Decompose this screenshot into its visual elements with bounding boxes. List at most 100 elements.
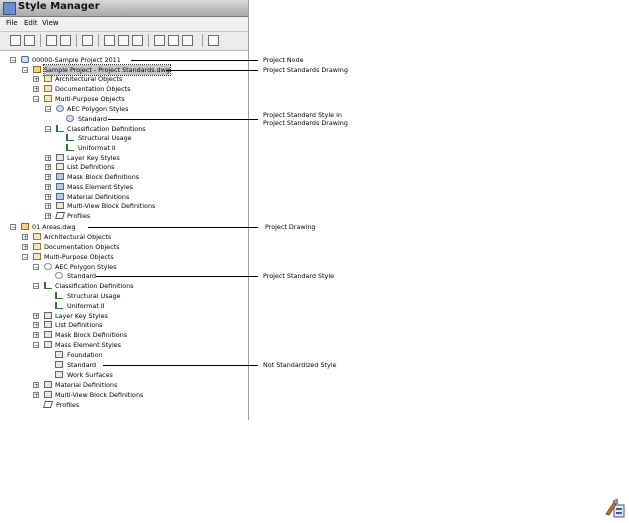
collapse-icon[interactable]: − (33, 342, 39, 349)
material-icon (56, 193, 64, 200)
expand-icon[interactable]: + (33, 322, 39, 329)
filter-icon[interactable] (168, 35, 179, 46)
style-manager-icon (605, 498, 625, 518)
tree-label: Documentation Objects (44, 243, 120, 251)
callout-project-standard-style-in: Project Standard Style in (263, 111, 342, 119)
tree-label: List Definitions (55, 321, 103, 329)
expand-icon[interactable]: + (45, 155, 51, 162)
folder-icon (33, 243, 41, 250)
mask-block-icon (56, 173, 64, 180)
edit-style-icon[interactable] (118, 35, 129, 46)
expand-icon[interactable]: + (33, 313, 39, 320)
tree-label: Profiles (67, 212, 91, 220)
expand-icon[interactable]: + (45, 203, 51, 210)
collapse-icon[interactable]: − (33, 96, 39, 103)
expand-icon[interactable]: + (45, 174, 51, 181)
menu-view[interactable]: View (42, 19, 59, 27)
collapse-icon[interactable]: − (22, 67, 28, 74)
callout-project-standards-drawing: Project Standards Drawing (263, 66, 348, 74)
menu-file[interactable]: File (6, 19, 18, 27)
expand-icon[interactable]: + (22, 244, 28, 251)
list-icon (44, 321, 52, 328)
tree-label: Uniformat II (78, 144, 116, 152)
toolbar-separator (202, 34, 203, 47)
callout-project-drawing: Project Drawing (265, 223, 316, 231)
set-from-icon[interactable] (132, 35, 143, 46)
mass-style-icon (55, 351, 63, 358)
purge-icon[interactable] (82, 35, 93, 46)
tree-label: Standard (67, 272, 97, 280)
classification-icon (66, 144, 74, 151)
folder-icon (33, 233, 41, 240)
collapse-icon[interactable]: − (10, 57, 16, 64)
paste-icon[interactable] (60, 35, 71, 46)
expand-icon[interactable]: + (45, 194, 51, 201)
collapse-icon[interactable]: − (45, 126, 51, 133)
drawing-icon (33, 66, 41, 73)
tree-label: 01 Areas.dwg (32, 223, 76, 231)
multi-view-block-icon (56, 202, 64, 209)
toggle-view-icon[interactable] (208, 35, 219, 46)
toolbar-separator (76, 34, 77, 47)
callout-not-standardized-style: Not Standardized Style (263, 361, 337, 369)
expand-icon[interactable]: + (33, 382, 39, 389)
mass-style-icon (55, 371, 63, 378)
classification-icon (55, 292, 63, 299)
toolbar-separator (40, 34, 41, 47)
collapse-icon[interactable]: − (22, 254, 28, 261)
leader-line (88, 227, 258, 228)
tree-label: Mask Block Definitions (55, 331, 128, 339)
tree-label: 00000-Sample Project 2011 (32, 56, 121, 64)
mask-block-icon (44, 331, 52, 338)
new-style-icon[interactable] (104, 35, 115, 46)
expand-icon[interactable]: + (33, 392, 39, 399)
toolbar-separator (98, 34, 99, 47)
tree-label: Foundation (67, 351, 103, 359)
classification-icon (66, 134, 74, 141)
expand-icon[interactable]: + (22, 234, 28, 241)
material-icon (44, 381, 52, 388)
style-manager-icon (3, 2, 16, 15)
layer-key-icon (56, 154, 64, 161)
expand-icon[interactable]: + (33, 86, 39, 93)
expand-icon[interactable]: + (33, 332, 39, 339)
expand-icon[interactable]: + (45, 164, 51, 171)
collapse-icon[interactable]: − (33, 283, 39, 290)
tree-label: Mass Element Styles (55, 341, 121, 349)
tree-label: Classification Definitions (55, 282, 134, 290)
folder-icon (44, 95, 52, 102)
leader-line (166, 70, 258, 71)
collapse-icon[interactable]: − (33, 264, 39, 271)
tree-label: Profiles (56, 401, 80, 409)
expand-icon[interactable]: + (45, 213, 51, 220)
tree-label: Material Definitions (55, 381, 118, 389)
callout-project-standards-drawing-2: Project Standards Drawing (263, 119, 348, 127)
tree-label: Work Surfaces (67, 371, 113, 379)
sort-icon[interactable] (154, 35, 165, 46)
tree-label: Structural Usage (78, 134, 132, 142)
expand-icon[interactable]: + (45, 184, 51, 191)
collapse-icon[interactable]: − (45, 106, 51, 113)
tree-label: Multi-View Block Definitions (55, 391, 144, 399)
leader-line (131, 60, 258, 61)
expand-icon[interactable]: + (33, 76, 39, 83)
view-dropdown-icon[interactable] (182, 35, 193, 46)
copy-icon[interactable] (46, 35, 57, 46)
leader-line (96, 276, 258, 277)
polygon-style-icon (66, 115, 74, 122)
collapse-icon[interactable]: − (10, 224, 16, 231)
classification-icon (56, 125, 64, 132)
drawing-icon (21, 223, 29, 230)
layer-key-icon (44, 312, 52, 319)
list-icon (56, 163, 64, 170)
new-drawing-icon[interactable] (10, 35, 21, 46)
tree-label: Uniformat II (67, 302, 105, 310)
menu-edit[interactable]: Edit (24, 19, 38, 27)
tree-label: Multi-Purpose Objects (55, 95, 125, 103)
tree-label: Documentation Objects (55, 85, 131, 93)
tree-label: Standard (78, 115, 108, 123)
polygon-icon (56, 105, 64, 112)
open-drawing-icon[interactable] (24, 35, 35, 46)
tree-label: Mass Element Styles (67, 183, 133, 191)
toolbar (0, 32, 248, 51)
